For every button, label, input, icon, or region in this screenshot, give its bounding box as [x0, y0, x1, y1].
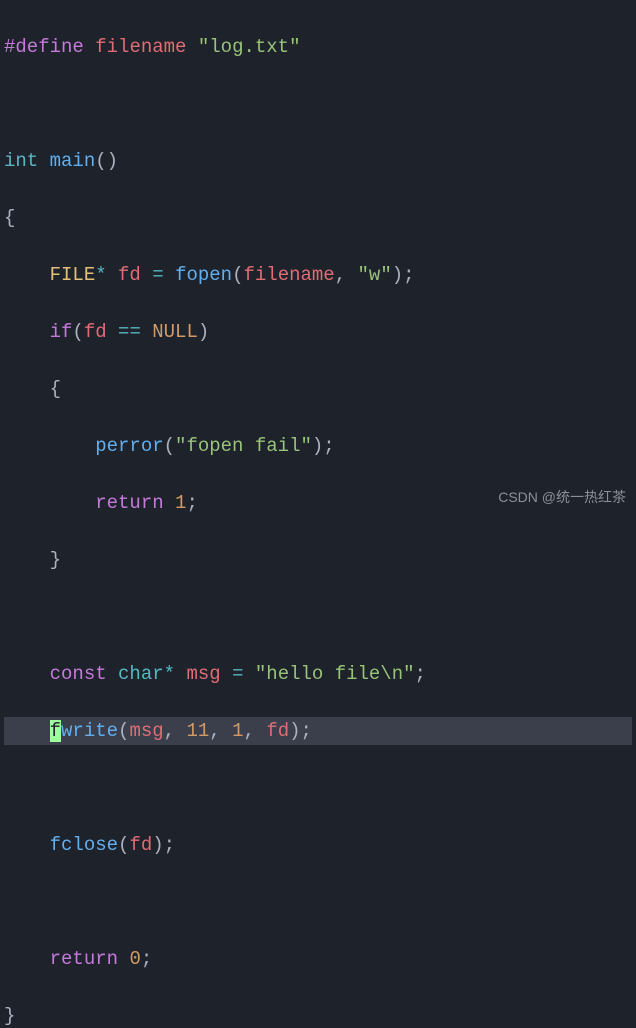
string-literal: "log.txt"	[198, 36, 301, 58]
number: 1	[232, 720, 243, 742]
type-keyword: FILE	[50, 264, 96, 286]
cursor[interactable]: f	[50, 720, 61, 742]
brace: {	[50, 378, 61, 400]
code-line: int main()	[4, 147, 632, 176]
string-literal: "fopen fail"	[175, 435, 312, 457]
code-line: FILE* fd = fopen(filename, "w");	[4, 261, 632, 290]
preproc-directive: #define	[4, 36, 84, 58]
argument: fd	[129, 834, 152, 856]
keyword: return	[50, 948, 118, 970]
string-literal: "hello file\n"	[255, 663, 415, 685]
code-line: const char* msg = "hello file\n";	[4, 660, 632, 689]
variable: fd	[84, 321, 107, 343]
macro-name: filename	[95, 36, 186, 58]
variable: msg	[186, 663, 220, 685]
keyword: if	[50, 321, 73, 343]
code-line: perror("fopen fail");	[4, 432, 632, 461]
type-keyword: int	[4, 150, 38, 172]
argument: fd	[266, 720, 289, 742]
watermark: CSDN @统一热红茶	[498, 487, 626, 508]
function-call: write	[61, 720, 118, 742]
code-editor[interactable]: #define filename "log.txt" int main() { …	[0, 0, 636, 1028]
brace: }	[50, 549, 61, 571]
function-name: main	[50, 150, 96, 172]
constant: NULL	[152, 321, 198, 343]
operator: *	[95, 264, 106, 286]
operator: =	[221, 663, 255, 685]
keyword: return	[95, 492, 163, 514]
function-call: perror	[95, 435, 163, 457]
operator: ==	[107, 321, 153, 343]
argument: msg	[129, 720, 163, 742]
brace: }	[4, 1005, 15, 1027]
code-line	[4, 90, 632, 119]
parens: ()	[95, 150, 118, 172]
brace: {	[4, 207, 15, 229]
keyword: const	[50, 663, 107, 685]
code-line: if(fd == NULL)	[4, 318, 632, 347]
number: 11	[186, 720, 209, 742]
operator: =	[141, 264, 175, 286]
number: 1	[175, 492, 186, 514]
code-line: {	[4, 375, 632, 404]
code-line: #define filename "log.txt"	[4, 33, 632, 62]
code-line: }	[4, 1002, 632, 1028]
code-line	[4, 888, 632, 917]
code-line: return 0;	[4, 945, 632, 974]
number: 0	[129, 948, 140, 970]
code-line: fclose(fd);	[4, 831, 632, 860]
variable: fd	[118, 264, 141, 286]
code-line: {	[4, 204, 632, 233]
operator: *	[164, 663, 175, 685]
code-line	[4, 774, 632, 803]
code-line	[4, 603, 632, 632]
function-call: fopen	[175, 264, 232, 286]
type-keyword: char	[118, 663, 164, 685]
argument: filename	[243, 264, 334, 286]
string-literal: "w"	[358, 264, 392, 286]
function-call: fclose	[50, 834, 118, 856]
code-line-current: fwrite(msg, 11, 1, fd);	[4, 717, 632, 746]
code-line: }	[4, 546, 632, 575]
